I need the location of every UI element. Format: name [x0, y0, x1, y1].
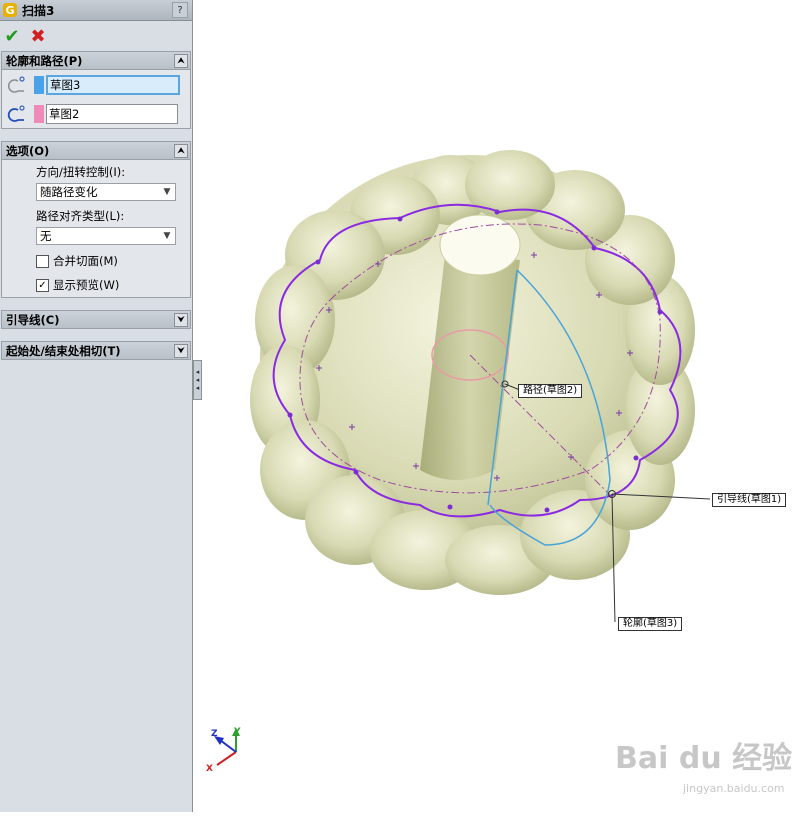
path-align-label: 路径对齐类型(L): [36, 209, 125, 223]
guide-curves-title: 引导线(C) [6, 312, 60, 327]
options-title: 选项(O) [6, 143, 50, 158]
profile-path-title: 轮廓和路径(P) [6, 53, 83, 68]
triad-y-label: Y [234, 727, 241, 737]
path-align-value: 无 [40, 229, 52, 243]
show-preview-checkbox[interactable]: ✓ [36, 278, 49, 292]
profile-path-group: 轮廓和路径(P) ⮝ 草图3 草图2 [1, 51, 191, 129]
show-preview-row[interactable]: ✓ 显示预览(W) [2, 273, 190, 297]
path-row: 草图2 [2, 99, 190, 128]
guide-callout[interactable]: 引导线(草图1) [712, 493, 787, 507]
chevron-down-icon: ▼ [163, 231, 171, 241]
profile-color-swatch [34, 75, 44, 94]
graphics-viewport[interactable]: 路径(草图2) 引导线(草图1) 轮廓(草图3) Z Y X [200, 0, 804, 816]
triad-z-label: Z [211, 729, 218, 739]
help-button[interactable]: ? [172, 2, 188, 18]
profile-path-header[interactable]: 轮廓和路径(P) ⮝ [2, 52, 190, 70]
collapse-up-icon[interactable]: ⮝ [174, 143, 188, 158]
orientation-value: 随路径变化 [40, 185, 98, 199]
expand-down-icon[interactable]: ⮟ [174, 312, 188, 327]
path-icon [6, 104, 28, 124]
merge-faces-checkbox[interactable] [36, 254, 49, 268]
feature-title-bar: G 扫描3 ? [0, 0, 192, 21]
ok-button[interactable]: ✔ [2, 26, 22, 47]
options-group: 选项(O) ⮝ 方向/扭转控制(I): 随路径变化 ▼ 路径对齐类型(L): 无… [1, 141, 191, 298]
profile-row: 草图3 [2, 70, 190, 99]
property-manager: G 扫描3 ? ✔ ✖ 轮廓和路径(P) ⮝ 草图3 草图2 选项(O) ⮝ 方… [0, 0, 193, 812]
feature-title: 扫描3 [22, 3, 55, 18]
path-align-dropdown[interactable]: 无 ▼ [36, 227, 176, 245]
path-callout[interactable]: 路径(草图2) [518, 384, 583, 398]
sweep-feature-icon: G [3, 3, 17, 17]
guide-curves-group: 引导线(C) ⮟ [1, 310, 191, 329]
path-selection-box[interactable]: 草图2 [46, 103, 178, 124]
profile-callout[interactable]: 轮廓(草图3) [618, 617, 683, 631]
tangency-header[interactable]: 起始处/结束处相切(T) ⮟ [2, 342, 190, 359]
tangency-group: 起始处/结束处相切(T) ⮟ [1, 341, 191, 360]
cancel-button[interactable]: ✖ [28, 26, 48, 47]
orientation-dropdown[interactable]: 随路径变化 ▼ [36, 183, 176, 201]
merge-faces-row[interactable]: 合并切面(M) [2, 249, 190, 273]
baidu-watermark-url: jingyan.baidu.com [683, 782, 785, 795]
tangency-title: 起始处/结束处相切(T) [6, 343, 121, 358]
baidu-watermark: Bai du 经验 [615, 741, 793, 776]
orientation-label: 方向/扭转控制(I): [36, 165, 126, 179]
sweep-model-preview [214, 150, 711, 766]
merge-faces-label: 合并切面(M) [53, 254, 118, 268]
show-preview-label: 显示预览(W) [53, 278, 120, 292]
collapse-up-icon[interactable]: ⮝ [174, 53, 188, 68]
expand-down-icon[interactable]: ⮟ [174, 343, 188, 358]
options-header[interactable]: 选项(O) ⮝ [2, 142, 190, 160]
path-color-swatch [34, 104, 44, 123]
chevron-down-icon: ▼ [163, 187, 171, 197]
profile-selection-box[interactable]: 草图3 [46, 74, 180, 95]
action-row: ✔ ✖ [0, 21, 192, 51]
profile-icon [6, 75, 28, 95]
triad-x-label: X [206, 764, 213, 774]
guide-curves-header[interactable]: 引导线(C) ⮟ [2, 311, 190, 328]
